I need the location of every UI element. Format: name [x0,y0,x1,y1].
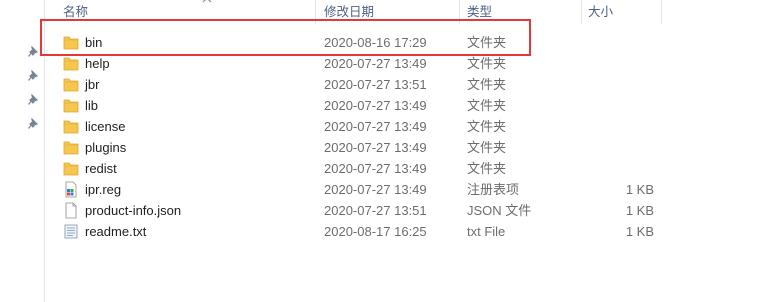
pin-icon[interactable] [27,70,39,82]
folder-icon [63,78,79,92]
column-header-name-label: 名称 [63,5,89,19]
column-header-type-label: 类型 [467,5,493,19]
file-type: 文件夹 [467,56,507,71]
text-file-icon [64,224,78,239]
file-row[interactable]: redist 2020-07-27 13:49 文件夹 [45,158,760,179]
file-size: 1 KB [625,182,654,197]
folder-icon [63,57,79,71]
column-divider[interactable] [459,0,460,24]
file-row[interactable]: plugins 2020-07-27 13:49 文件夹 [45,137,760,158]
file-type: 文件夹 [467,35,507,50]
folder-icon [63,99,79,113]
file-name: jbr [85,77,100,92]
file-row[interactable]: ipr.reg 2020-07-27 13:49 注册表项 1 KB [45,179,760,200]
file-name: bin [85,35,103,50]
file-name: ipr.reg [85,182,122,197]
file-date: 2020-08-17 16:25 [324,224,427,239]
file-name: lib [85,98,99,113]
file-row[interactable]: product-info.json 2020-07-27 13:51 JSON … [45,200,760,221]
file-row[interactable]: help 2020-07-27 13:49 文件夹 [45,53,760,74]
file-name: redist [85,161,117,176]
file-date: 2020-08-16 17:29 [324,35,427,50]
file-type: 文件夹 [467,119,507,134]
file-row[interactable]: bin 2020-08-16 17:29 文件夹 [45,32,760,53]
file-name: product-info.json [85,203,182,218]
file-list: bin 2020-08-16 17:29 文件夹 help 2020-07-27… [45,32,760,242]
registry-file-icon [65,181,77,198]
file-type: txt File [467,224,506,239]
column-divider[interactable] [315,0,316,24]
quick-access-pane [0,0,45,302]
pin-icon[interactable] [27,46,39,58]
folder-icon [63,120,79,134]
file-date: 2020-07-27 13:49 [324,140,427,155]
file-date: 2020-07-27 13:51 [324,77,427,92]
file-type: 文件夹 [467,140,507,155]
file-name: plugins [85,140,127,155]
file-type: 文件夹 [467,98,507,113]
file-type: 文件夹 [467,77,507,92]
file-date: 2020-07-27 13:49 [324,98,427,113]
column-header-bar: 名称 修改日期 类型 大小 [45,0,760,24]
file-type: 文件夹 [467,161,507,176]
file-row[interactable]: license 2020-07-27 13:49 文件夹 [45,116,760,137]
column-divider[interactable] [661,0,662,24]
file-date: 2020-07-27 13:51 [324,203,427,218]
column-header-name[interactable]: 名称 [63,0,318,24]
file-size: 1 KB [625,203,654,218]
column-header-size-label: 大小 [588,5,614,19]
folder-icon [63,141,79,155]
file-type: 注册表项 [467,182,520,197]
pin-icon[interactable] [27,94,39,106]
file-name: help [85,56,110,71]
blank-file-icon [65,202,77,219]
file-name: readme.txt [85,224,147,239]
column-header-type[interactable]: 类型 [467,0,577,24]
file-row[interactable]: jbr 2020-07-27 13:51 文件夹 [45,74,760,95]
file-date: 2020-07-27 13:49 [324,119,427,134]
file-size: 1 KB [625,224,654,239]
sort-ascending-icon [202,0,212,3]
file-date: 2020-07-27 13:49 [324,182,427,197]
column-header-date[interactable]: 修改日期 [324,0,454,24]
pin-icon[interactable] [27,118,39,130]
folder-icon [63,162,79,176]
column-header-size[interactable]: 大小 [588,0,658,24]
file-type: JSON 文件 [467,203,532,218]
column-divider[interactable] [581,0,582,24]
file-name: license [85,119,126,134]
file-date: 2020-07-27 13:49 [324,56,427,71]
file-row[interactable]: lib 2020-07-27 13:49 文件夹 [45,95,760,116]
file-date: 2020-07-27 13:49 [324,161,427,176]
folder-icon [63,36,79,50]
column-header-date-label: 修改日期 [324,5,375,19]
file-row[interactable]: readme.txt 2020-08-17 16:25 txt File 1 K… [45,221,760,242]
